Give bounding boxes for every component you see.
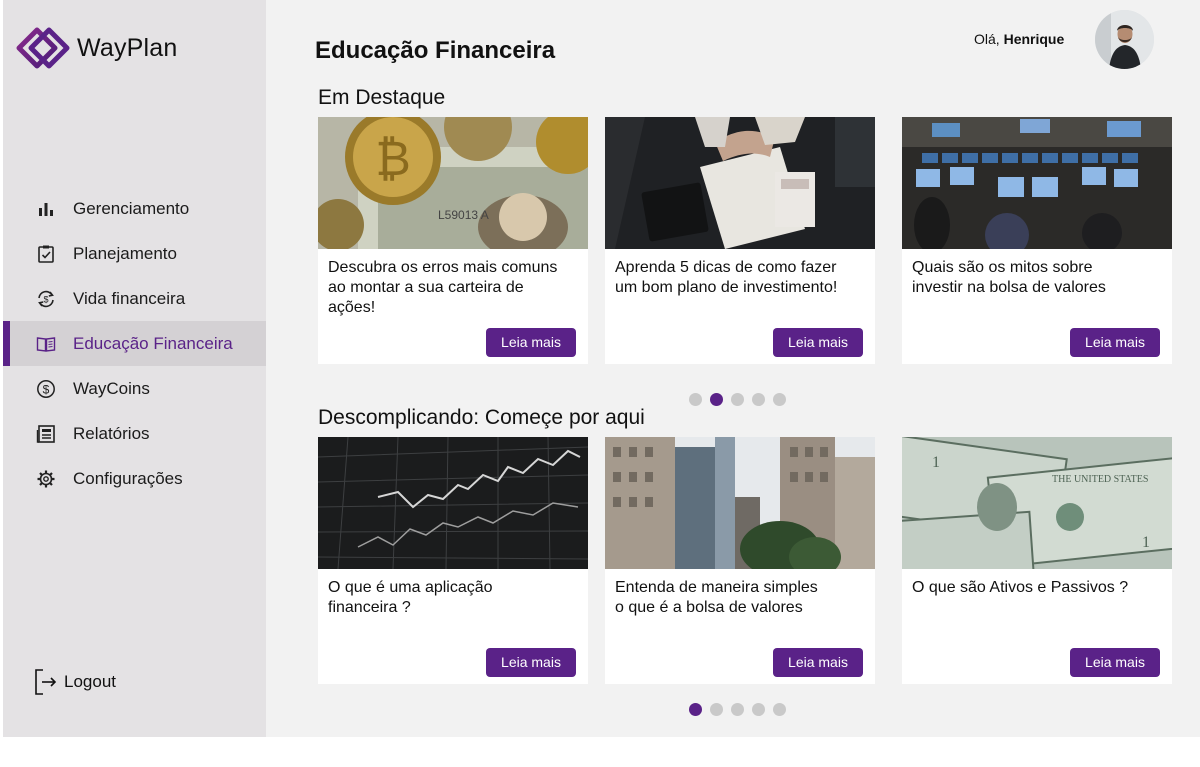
- article-thumbnail: [605, 437, 875, 569]
- sidebar-item-planejamento[interactable]: Planejamento: [3, 231, 266, 276]
- app-logo[interactable]: WayPlan: [15, 26, 178, 70]
- pagination-dot[interactable]: [731, 703, 744, 716]
- article-title: O que é uma aplicação financeira ?: [328, 579, 493, 616]
- wayplan-logo-icon: [16, 27, 70, 69]
- article-thumbnail: [318, 437, 588, 569]
- sidebar-item-configuracoes[interactable]: Configurações: [3, 456, 266, 501]
- read-more-button[interactable]: Leia mais: [1070, 648, 1160, 677]
- svg-text:THE UNITED STATES: THE UNITED STATES: [1052, 474, 1148, 485]
- bitcoin-coins-on-dollar-bills: ₿ L59013 A: [318, 117, 588, 249]
- pagination-dot[interactable]: [731, 393, 744, 406]
- article-thumbnail: ₿ L59013 A: [318, 117, 588, 249]
- main-content: Educação Financeira Olá, Henrique Em Des…: [266, 0, 1200, 737]
- article-thumbnail: [902, 117, 1172, 249]
- user-name: Henrique: [1003, 31, 1065, 47]
- article-card[interactable]: ₿ L59013 A Descubra os erros mais comuns…: [318, 117, 588, 364]
- sidebar-item-label: Relatórios: [73, 424, 150, 443]
- sidebar-item-educacao-financeira[interactable]: Educação Financeira: [3, 321, 266, 366]
- sidebar-item-label: Planejamento: [73, 244, 177, 263]
- app-name: WayPlan: [77, 33, 178, 62]
- gear-icon: [37, 470, 55, 488]
- section-title-featured: Em Destaque: [318, 86, 446, 109]
- sidebar-item-vida-financeira[interactable]: $ Vida financeira: [3, 276, 266, 321]
- logout-icon: [35, 669, 57, 695]
- article-card[interactable]: Quais são os mitos sobre investir na bol…: [902, 117, 1172, 364]
- sidebar-item-label: WayCoins: [73, 379, 150, 398]
- pagination-dot[interactable]: [752, 703, 765, 716]
- sidebar-item-label: Gerenciamento: [73, 199, 190, 218]
- article-title: O que são Ativos e Passivos ?: [912, 579, 1129, 596]
- read-more-button[interactable]: Leia mais: [1070, 328, 1160, 357]
- article-card[interactable]: Entenda de maneira simples o que é a bol…: [605, 437, 875, 684]
- user-greeting: Olá, Henrique: [974, 31, 1064, 47]
- article-title: Entenda de maneira simples o que é a bol…: [615, 579, 818, 616]
- article-card[interactable]: O que é uma aplicação financeira ? Leia …: [318, 437, 588, 684]
- article-title: Quais são os mitos sobre investir na bol…: [912, 259, 1106, 296]
- sidebar-item-relatorios[interactable]: Relatórios: [3, 411, 266, 456]
- read-more-button[interactable]: Leia mais: [773, 648, 863, 677]
- dollar-bills: 1 THE UNITED STATES 1: [902, 437, 1172, 569]
- bar-chart-icon: [39, 203, 53, 216]
- page-title: Educação Financeira: [315, 37, 556, 64]
- pagination-dot[interactable]: [752, 393, 765, 406]
- read-more-button[interactable]: Leia mais: [773, 328, 863, 357]
- sidebar-item-waycoins[interactable]: $ WayCoins: [3, 366, 266, 411]
- sidebar-item-label: Educação Financeira: [73, 334, 233, 353]
- sidebar-item-gerenciamento[interactable]: Gerenciamento: [3, 186, 266, 231]
- clipboard-check-icon: [38, 245, 54, 263]
- pagination-dots: [689, 703, 786, 716]
- article-title: Descubra os erros mais comuns ao montar …: [328, 259, 558, 316]
- sidebar: WayPlan Gerenciamento Planejamento $ Vid…: [3, 0, 266, 737]
- sidebar-nav: Gerenciamento Planejamento $ Vida financ…: [3, 186, 266, 501]
- open-book-icon: [36, 337, 56, 352]
- read-more-button[interactable]: Leia mais: [486, 328, 576, 357]
- read-more-button[interactable]: Leia mais: [486, 648, 576, 677]
- pagination-dot[interactable]: [773, 703, 786, 716]
- trading-room-monitors: [902, 117, 1172, 249]
- money-cycle-icon: $: [38, 290, 54, 308]
- pagination-dot[interactable]: [689, 703, 702, 716]
- avatar[interactable]: [1095, 10, 1154, 69]
- greeting-text: Olá,: [974, 31, 1000, 47]
- svg-text:L59013 A: L59013 A: [438, 208, 489, 222]
- newspaper-icon: [36, 425, 55, 443]
- article-title: Aprenda 5 dicas de como fazer um bom pla…: [615, 259, 838, 296]
- svg-text:₿: ₿: [375, 133, 411, 186]
- sidebar-item-label: Configurações: [73, 469, 183, 488]
- section-title-beginners: Descomplicando: Começe por aqui: [318, 406, 645, 429]
- article-thumbnail: [605, 117, 875, 249]
- city-skyscrapers: [605, 437, 875, 569]
- svg-text:$: $: [43, 295, 48, 305]
- pagination-dots: [689, 393, 786, 406]
- pagination-dot[interactable]: [689, 393, 702, 406]
- pagination-dot[interactable]: [710, 703, 723, 716]
- article-card[interactable]: Aprenda 5 dicas de como fazer um bom pla…: [605, 117, 875, 364]
- pagination-dot[interactable]: [710, 393, 723, 406]
- logout-button[interactable]: Logout: [34, 668, 116, 696]
- beginner-cards: O que é uma aplicação financeira ? Leia …: [318, 437, 1173, 684]
- featured-cards: ₿ L59013 A Descubra os erros mais comuns…: [318, 117, 1173, 364]
- dollar-coin-icon: $: [37, 380, 55, 398]
- stock-chart-screen: [318, 437, 588, 569]
- sidebar-item-label: Vida financeira: [73, 289, 186, 308]
- article-card[interactable]: 1 THE UNITED STATES 1 O que são Ativos e…: [902, 437, 1172, 684]
- svg-text:$: $: [43, 383, 50, 397]
- article-thumbnail: 1 THE UNITED STATES 1: [902, 437, 1172, 569]
- hands-counting-money-with-calculator: [605, 117, 875, 249]
- svg-text:1: 1: [1142, 534, 1150, 551]
- svg-text:1: 1: [932, 454, 940, 471]
- logout-label: Logout: [64, 672, 116, 691]
- app-window: WayPlan Gerenciamento Planejamento $ Vid…: [3, 0, 1200, 737]
- user-photo: [1095, 10, 1154, 69]
- pagination-dot[interactable]: [773, 393, 786, 406]
